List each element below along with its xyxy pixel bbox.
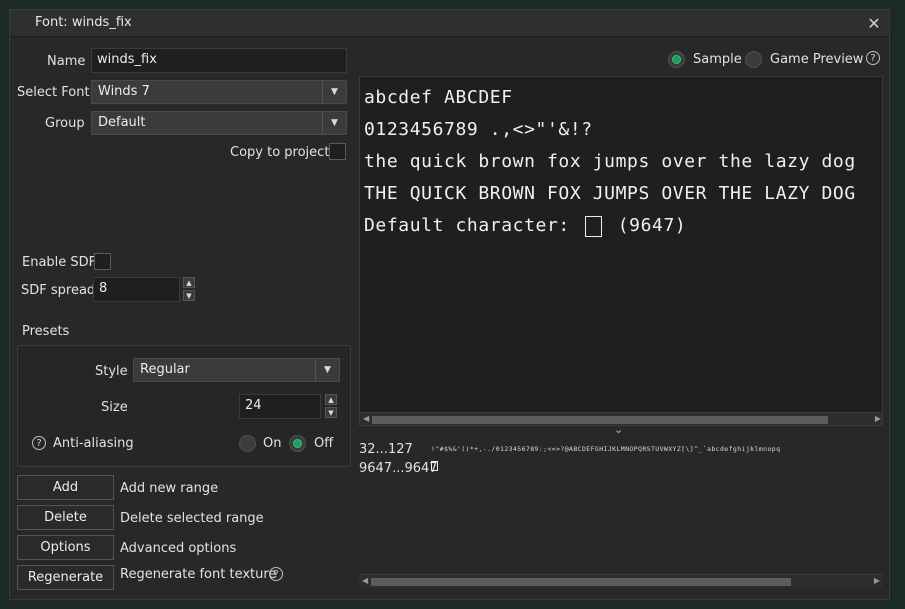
help-icon[interactable]: ? <box>866 51 880 65</box>
chevron-down-icon: ▼ <box>322 112 346 134</box>
options-description: Advanced options <box>120 541 237 556</box>
regenerate-button[interactable]: Regenerate <box>17 565 114 590</box>
font-sample-preview: abcdef ABCDEF 0123456789 .,<>"'&!? the q… <box>359 76 883 426</box>
anti-aliasing-off-radio[interactable] <box>289 435 306 452</box>
chevron-down-icon: ▼ <box>322 81 346 103</box>
sample-radio[interactable] <box>668 51 685 68</box>
size-up-button[interactable]: ▲ <box>325 394 337 405</box>
size-input[interactable]: 24 <box>239 394 321 419</box>
range-glyphs: !"#$%&'()*+,-./0123456789:;<=>?@ABCDEFGH… <box>431 445 781 453</box>
style-dropdown[interactable]: Regular ▼ <box>133 358 340 382</box>
group-label: Group <box>45 116 85 131</box>
select-font-dropdown[interactable]: Winds 7 ▼ <box>91 80 347 104</box>
scroll-right-arrow[interactable]: ▶ <box>874 576 880 585</box>
sdf-spread-label: SDF spread <box>21 283 96 298</box>
options-button[interactable]: Options <box>17 535 114 560</box>
game-preview-radio[interactable] <box>745 51 762 68</box>
range-label: 9647...9647 <box>359 461 438 476</box>
copy-to-project-checkbox[interactable] <box>329 143 346 160</box>
sample-line: abcdef ABCDEF <box>364 87 513 108</box>
sample-line: the quick brown fox jumps over the lazy … <box>364 151 856 172</box>
scrollbar-thumb[interactable] <box>371 578 791 586</box>
anti-aliasing-label: Anti-aliasing <box>53 436 134 451</box>
group-value: Default <box>98 115 146 130</box>
size-down-button[interactable]: ▼ <box>325 407 337 418</box>
collapse-chevron-icon[interactable]: ⌄ <box>614 423 623 436</box>
window-title: Font: winds_fix <box>35 15 132 30</box>
default-character-prefix: Default character: <box>364 215 570 236</box>
sdf-spread-input[interactable]: 8 <box>93 277 180 302</box>
add-range-description: Add new range <box>120 481 219 496</box>
style-value: Regular <box>140 362 190 377</box>
sample-line: THE QUICK BROWN FOX JUMPS OVER THE LAZY … <box>364 183 856 204</box>
anti-aliasing-on-radio[interactable] <box>239 435 256 452</box>
title-bar: Font: winds_fix ✕ <box>10 10 889 37</box>
sdf-spread-down-button[interactable]: ▼ <box>183 290 195 301</box>
chevron-down-icon: ▼ <box>315 359 339 381</box>
scroll-left-arrow[interactable]: ◀ <box>362 576 368 585</box>
style-label: Style <box>95 364 128 379</box>
delete-range-button[interactable]: Delete <box>17 505 114 530</box>
sdf-spread-up-button[interactable]: ▲ <box>183 277 195 288</box>
range-label: 32...127 <box>359 442 413 457</box>
scroll-right-arrow[interactable]: ▶ <box>875 414 881 423</box>
select-font-label: Select Font <box>17 85 90 100</box>
game-preview-label: Game Preview <box>770 52 864 67</box>
range-glyph-box <box>431 461 438 471</box>
sample-label: Sample <box>693 52 742 67</box>
name-label: Name <box>47 54 86 69</box>
presets-title: Presets <box>22 324 70 339</box>
close-icon[interactable]: ✕ <box>859 10 889 37</box>
scroll-left-arrow[interactable]: ◀ <box>363 414 369 423</box>
add-range-button[interactable]: Add <box>17 475 114 500</box>
help-icon[interactable]: ? <box>32 436 46 450</box>
font-editor-window: Font: winds_fix ✕ Name winds_fix Select … <box>9 9 890 600</box>
select-font-value: Winds 7 <box>98 84 150 99</box>
default-character-line: Default character: (9647) <box>364 215 686 237</box>
ranges-horizontal-scrollbar[interactable]: ◀ ▶ <box>359 574 883 588</box>
delete-range-description: Delete selected range <box>120 511 264 526</box>
anti-aliasing-off-label: Off <box>314 436 334 451</box>
name-input[interactable]: winds_fix <box>91 48 347 73</box>
group-dropdown[interactable]: Default ▼ <box>91 111 347 135</box>
enable-sdf-label: Enable SDF <box>22 255 97 270</box>
enable-sdf-checkbox[interactable] <box>94 253 111 270</box>
sample-line: 0123456789 .,<>"'&!? <box>364 119 593 140</box>
default-character-code: (9647) <box>617 215 687 236</box>
presets-panel: Style Regular ▼ Size 24 ▲ ▼ ? Anti-alias… <box>17 345 351 467</box>
help-icon[interactable]: ? <box>269 567 283 581</box>
default-character-glyph <box>585 215 603 237</box>
regenerate-description: Regenerate font texture <box>120 567 277 582</box>
anti-aliasing-on-label: On <box>263 436 282 451</box>
copy-to-project-label: Copy to project <box>230 145 330 160</box>
size-label: Size <box>101 400 128 415</box>
scrollbar-thumb[interactable] <box>372 416 828 424</box>
